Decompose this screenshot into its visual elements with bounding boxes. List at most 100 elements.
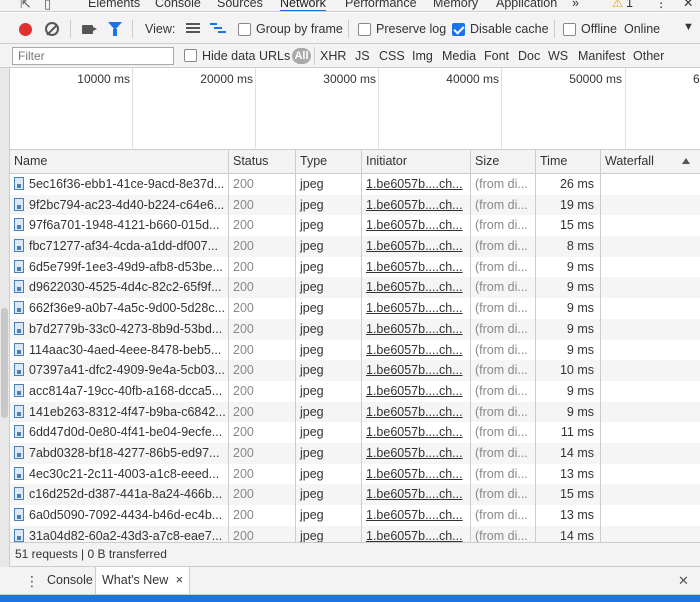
filter-media[interactable]: Media bbox=[442, 49, 476, 63]
cell-type: jpeg bbox=[296, 525, 362, 542]
table-row[interactable]: acc814a7-19cc-40fb-a168-dcca5... 200 jpeg 1… bbox=[10, 380, 700, 402]
close-devtools-icon[interactable]: ✕ bbox=[683, 0, 693, 11]
column-status[interactable]: Status bbox=[229, 150, 296, 174]
tab-network[interactable]: Network bbox=[280, 0, 326, 11]
column-waterfall[interactable]: Waterfall bbox=[601, 150, 700, 174]
cell-initiator[interactable]: 1.be6057b....ch... bbox=[362, 339, 471, 361]
tab-application[interactable]: Application bbox=[496, 0, 557, 11]
column-size[interactable]: Size bbox=[471, 150, 536, 174]
hide-data-urls-checkbox[interactable] bbox=[184, 49, 197, 62]
filter-js[interactable]: JS bbox=[355, 49, 370, 63]
cell-initiator[interactable]: 1.be6057b....ch... bbox=[362, 380, 471, 402]
column-name[interactable]: Name bbox=[10, 150, 229, 174]
cell-name: 6d5e799f-1ee3-49d9-afb8-d53be... bbox=[10, 256, 229, 278]
tab-console[interactable]: Console bbox=[155, 0, 201, 11]
cell-text: jpeg bbox=[300, 197, 324, 212]
overview-icon[interactable] bbox=[210, 23, 226, 35]
cell-text: 1.be6057b....ch... bbox=[366, 487, 463, 502]
image-file-icon bbox=[14, 445, 24, 459]
drawer-menu-icon[interactable]: ⋮ bbox=[25, 573, 39, 590]
filter-all-button[interactable]: All bbox=[292, 48, 311, 64]
column-type[interactable]: Type bbox=[296, 150, 362, 174]
cell-initiator[interactable]: 1.be6057b....ch... bbox=[362, 215, 471, 237]
table-row[interactable]: 114aac30-4aed-4eee-8478-beb5... 200 jpeg 1.… bbox=[10, 339, 700, 361]
large-rows-icon[interactable] bbox=[186, 23, 200, 35]
filter-doc[interactable]: Doc bbox=[518, 49, 540, 63]
filter-other[interactable]: Other bbox=[633, 49, 664, 63]
filter-img[interactable]: Img bbox=[412, 49, 433, 63]
table-row[interactable]: 6dd47d0d-0e80-4f41-be04-9ecfe... 200 jpeg 1… bbox=[10, 422, 700, 443]
cell-initiator[interactable]: 1.be6057b....ch... bbox=[362, 360, 471, 381]
table-row[interactable]: b7d2779b-33c0-4273-8b9d-53bd... 200 jpeg 1.… bbox=[10, 318, 700, 340]
table-row[interactable]: 9f2bc794-ac23-4d40-b224-c64e6... 200 jpeg 1… bbox=[10, 194, 700, 216]
preserve-log-checkbox[interactable] bbox=[358, 23, 371, 36]
cell-initiator[interactable]: 1.be6057b....ch... bbox=[362, 298, 471, 319]
table-row[interactable]: d9622030-4525-4d4c-82c2-65f9f... 200 jpeg 1… bbox=[10, 277, 700, 299]
cell-initiator[interactable]: 1.be6057b....ch... bbox=[362, 401, 471, 423]
hide-data-urls-label: Hide data URLs bbox=[202, 49, 291, 63]
filter-ws[interactable]: WS bbox=[548, 49, 568, 63]
more-tabs-button[interactable]: » bbox=[572, 0, 579, 11]
cell-name: 07397a41-dfc2-4909-9e4a-5cb03... bbox=[10, 360, 229, 381]
cell-name: 141eb263-8312-4f47-b9ba-c6842... bbox=[10, 401, 229, 423]
column-initiator[interactable]: Initiator bbox=[362, 150, 471, 174]
menu-icon[interactable]: ⋮ bbox=[655, 0, 668, 11]
cell-initiator[interactable]: 1.be6057b....ch... bbox=[362, 525, 471, 542]
scrollbar-thumb[interactable] bbox=[1, 308, 8, 418]
filter-icon[interactable] bbox=[108, 22, 122, 36]
table-row[interactable]: 4ec30c21-2c11-4003-a1c8-eeed... 200 jpeg 1.… bbox=[10, 463, 700, 485]
cell-initiator[interactable]: 1.be6057b....ch... bbox=[362, 277, 471, 299]
filter-bar: Filter Hide data URLs All XHR JS CSS Img… bbox=[0, 44, 700, 68]
tab-performance[interactable]: Performance bbox=[345, 0, 417, 11]
cell-text: 200 bbox=[233, 197, 254, 212]
table-row[interactable]: 141eb263-8312-4f47-b9ba-c6842... 200 jpeg 1… bbox=[10, 401, 700, 423]
drawer-tab-whats-new[interactable]: What's New × bbox=[95, 567, 191, 594]
table-row[interactable]: 07397a41-dfc2-4909-9e4a-5cb03... 200 jpeg 1… bbox=[10, 360, 700, 381]
tab-sources[interactable]: Sources bbox=[217, 0, 263, 11]
table-row[interactable]: 6a0d5090-7092-4434-b46d-ec4b... 200 jpeg 1.… bbox=[10, 505, 700, 526]
cell-initiator[interactable]: 1.be6057b....ch... bbox=[362, 318, 471, 340]
capture-screenshots-icon[interactable] bbox=[82, 25, 97, 34]
warning-icon[interactable]: ⚠ bbox=[612, 0, 623, 11]
cell-initiator[interactable]: 1.be6057b....ch... bbox=[362, 194, 471, 216]
tab-memory[interactable]: Memory bbox=[433, 0, 478, 11]
table-row[interactable]: 7abd0328-bf18-4277-86b5-ed97... 200 jpeg 1.… bbox=[10, 442, 700, 464]
cell-initiator[interactable]: 1.be6057b....ch... bbox=[362, 484, 471, 505]
filter-input[interactable]: Filter bbox=[12, 47, 174, 65]
close-drawer-icon[interactable]: ✕ bbox=[678, 573, 689, 589]
cell-initiator[interactable]: 1.be6057b....ch... bbox=[362, 422, 471, 443]
overview-timeline[interactable]: 10000 ms 20000 ms 30000 ms 40000 ms 5000… bbox=[10, 68, 700, 150]
cell-initiator[interactable]: 1.be6057b....ch... bbox=[362, 174, 471, 195]
cell-initiator[interactable]: 1.be6057b....ch... bbox=[362, 463, 471, 485]
filter-xhr[interactable]: XHR bbox=[320, 49, 346, 63]
column-waterfall-label: Waterfall bbox=[605, 154, 654, 168]
filter-font[interactable]: Font bbox=[484, 49, 509, 63]
filter-css[interactable]: CSS bbox=[379, 49, 405, 63]
column-time[interactable]: Time bbox=[536, 150, 601, 174]
filter-manifest[interactable]: Manifest bbox=[578, 49, 625, 63]
tab-elements[interactable]: Elements bbox=[88, 0, 140, 11]
table-row[interactable]: 6d5e799f-1ee3-49d9-afb8-d53be... 200 jpeg 1… bbox=[10, 256, 700, 278]
warning-count: 1 bbox=[626, 0, 633, 10]
group-by-frame-checkbox[interactable] bbox=[238, 23, 251, 36]
table-row[interactable]: fbc71277-af34-4cda-a1dd-df007... 200 jpeg 1… bbox=[10, 236, 700, 257]
cell-initiator[interactable]: 1.be6057b....ch... bbox=[362, 442, 471, 464]
disable-cache-checkbox[interactable] bbox=[452, 23, 465, 36]
table-row[interactable]: 662f36e9-a0b7-4a5c-9d00-5d28c... 200 jpeg 1… bbox=[10, 298, 700, 319]
chevron-down-icon[interactable]: ▼ bbox=[683, 21, 694, 33]
record-icon[interactable] bbox=[19, 23, 32, 36]
table-row[interactable]: c16d252d-d387-441a-8a24-466b... 200 jpeg 1.… bbox=[10, 484, 700, 505]
table-row[interactable]: 97f6a701-1948-4121-b660-015d... 200 jpeg 1.… bbox=[10, 215, 700, 237]
offline-checkbox[interactable] bbox=[563, 23, 576, 36]
table-row[interactable]: 31a04d82-60a2-43d3-a7c8-eae7... 200 jpeg 1.… bbox=[10, 525, 700, 542]
device-toolbar-icon[interactable]: ▯ bbox=[44, 0, 51, 11]
cell-initiator[interactable]: 1.be6057b....ch... bbox=[362, 236, 471, 257]
throttling-select[interactable]: Online bbox=[624, 22, 660, 36]
drawer-tab-console[interactable]: Console bbox=[41, 567, 99, 594]
cell-initiator[interactable]: 1.be6057b....ch... bbox=[362, 256, 471, 278]
inspect-element-icon[interactable]: ⇱ bbox=[20, 0, 31, 11]
close-tab-icon[interactable]: × bbox=[176, 573, 183, 587]
cell-initiator[interactable]: 1.be6057b....ch... bbox=[362, 505, 471, 526]
table-row[interactable]: 5ec16f36-ebb1-41ce-9acd-8e37d... 200 jpeg 1… bbox=[10, 174, 700, 195]
clear-icon[interactable] bbox=[45, 22, 59, 36]
